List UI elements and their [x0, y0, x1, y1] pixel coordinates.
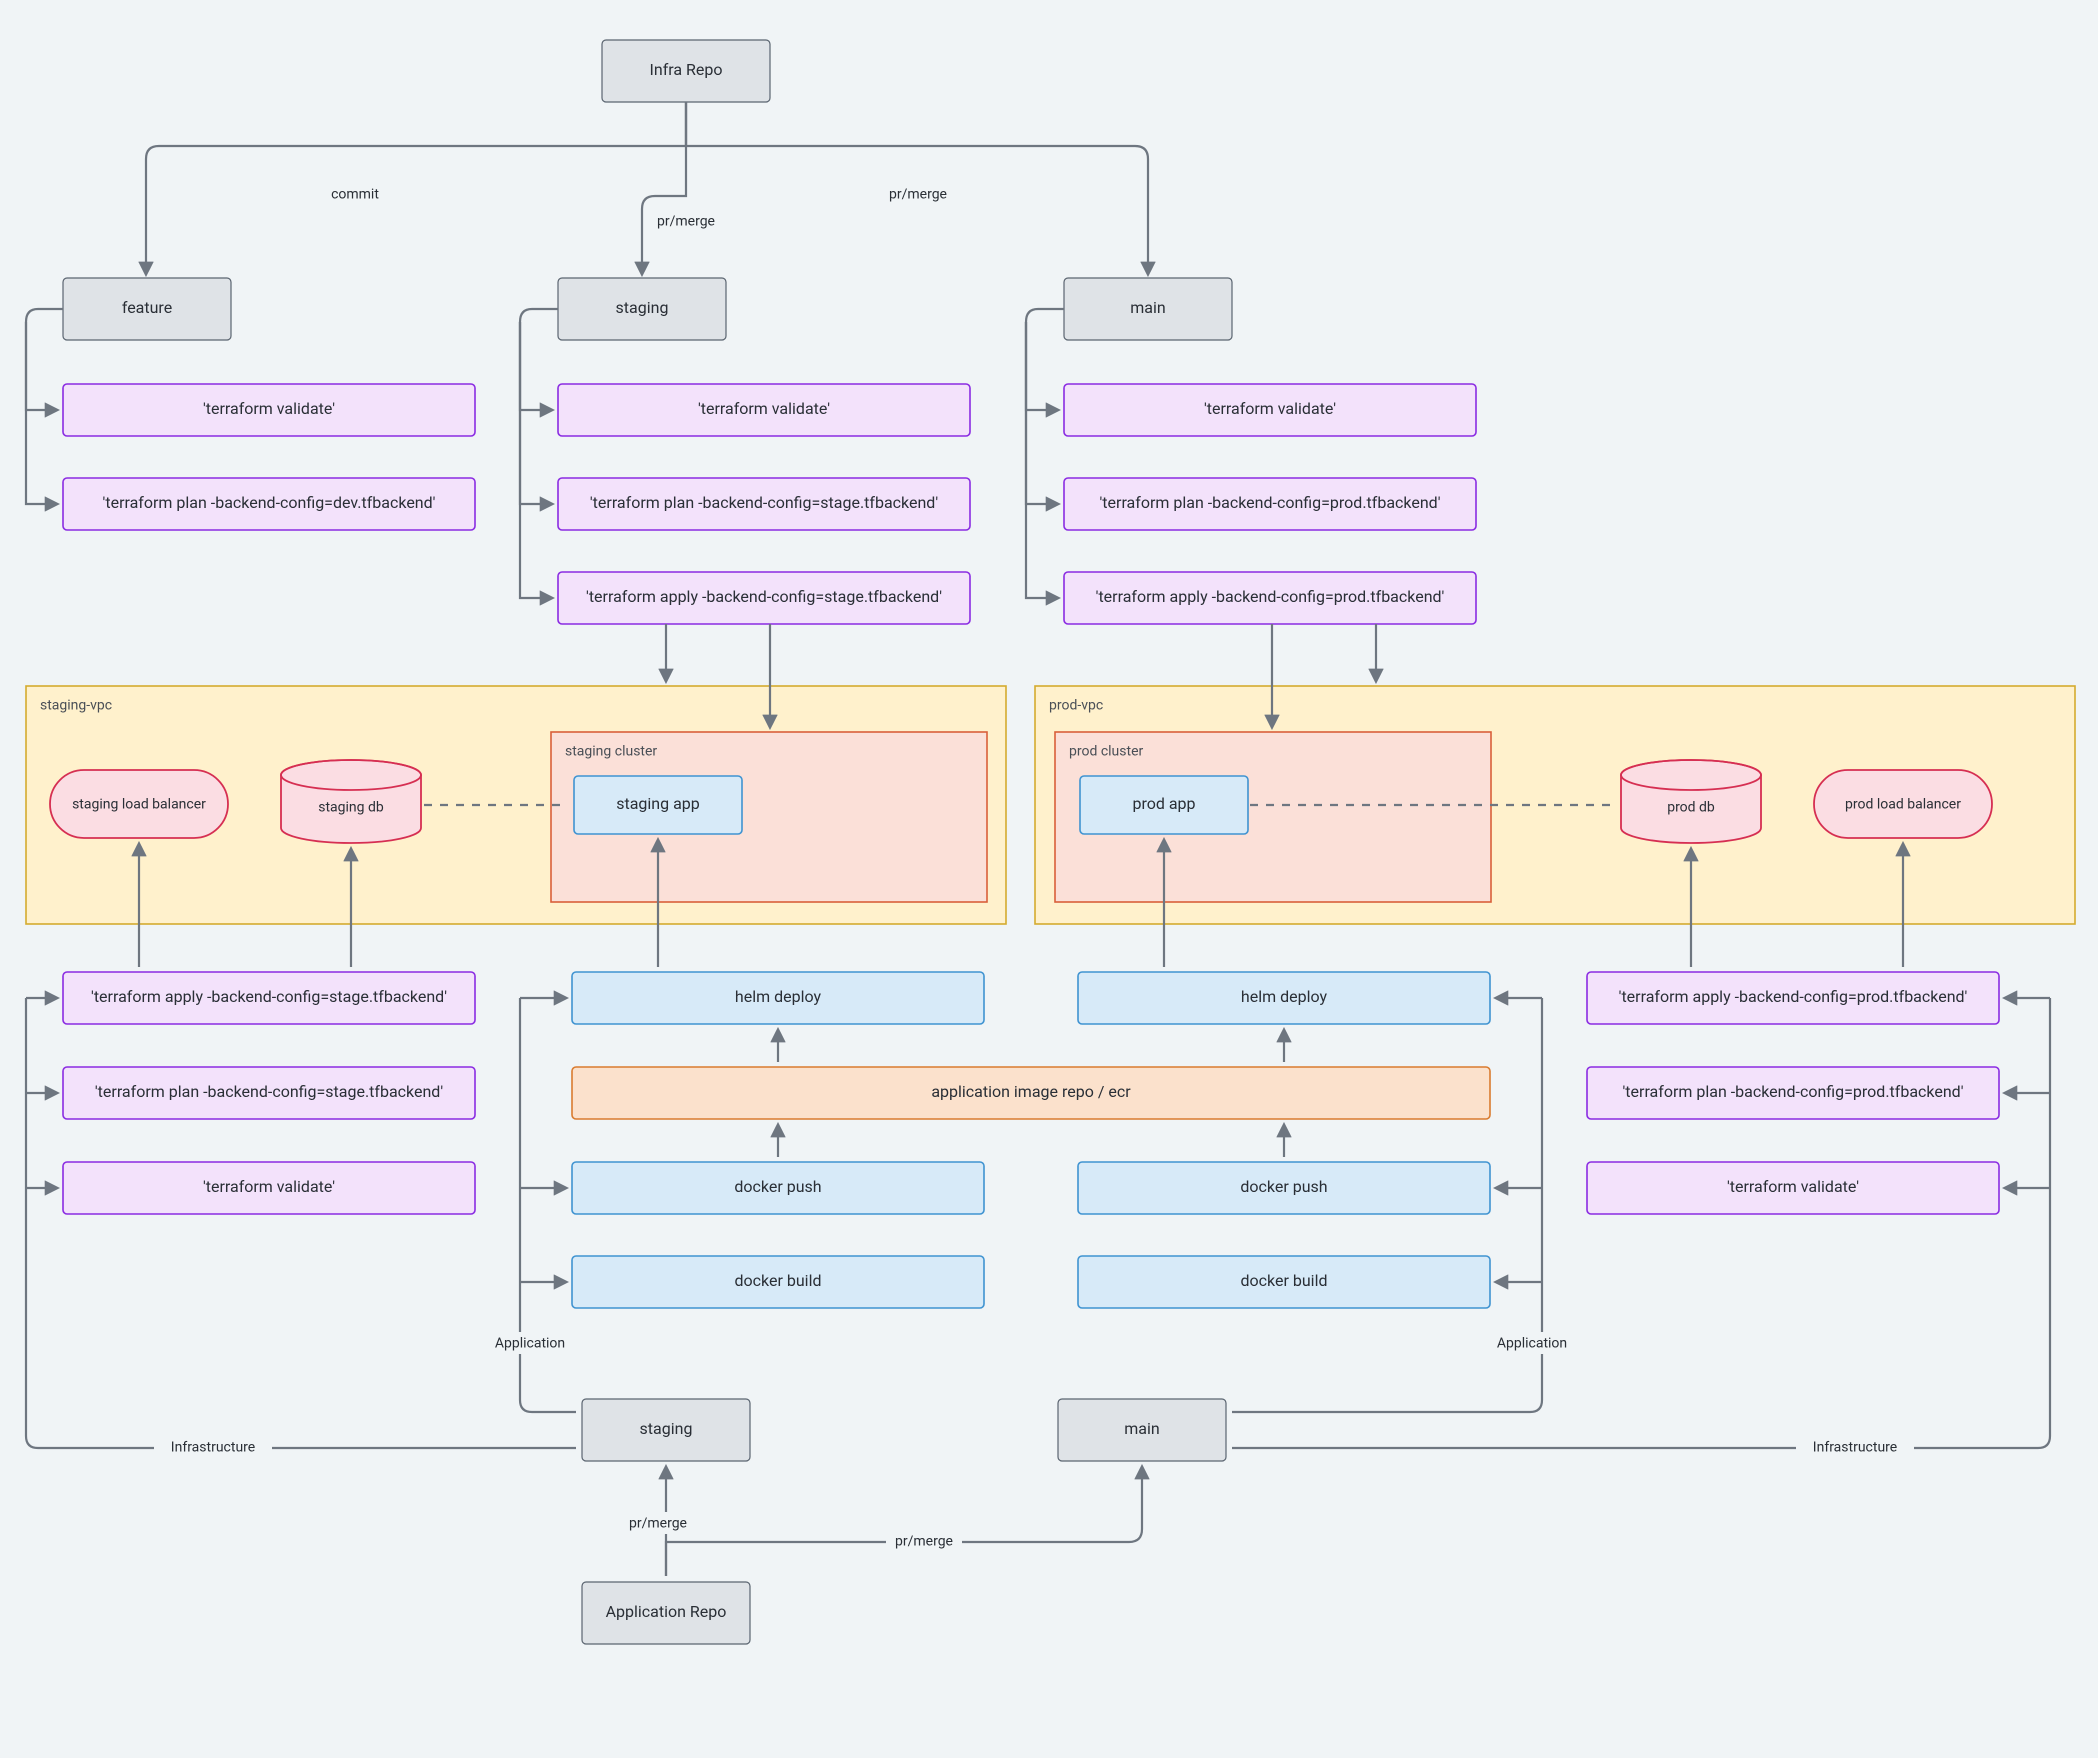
- tf-validate-main: [1064, 384, 1476, 436]
- application-repo-node: [582, 1582, 750, 1644]
- prod-db-node: [1621, 760, 1761, 843]
- tf-apply-stage: [558, 572, 970, 624]
- feature-branch-node: [63, 278, 231, 340]
- tf-plan-stage: [558, 478, 970, 530]
- tf-apply-stage-app: [63, 972, 475, 1024]
- edge-main-tfplan: [1026, 322, 1058, 504]
- edge-infra-main-label: pr/merge: [889, 187, 947, 203]
- edge-feature-tfv: [26, 309, 57, 410]
- edge-infra-feature: [146, 102, 686, 274]
- tf-validate-prod-app: [1587, 1162, 1999, 1214]
- staging-app-node: [574, 776, 742, 834]
- tf-plan-prod-app: [1587, 1067, 1999, 1119]
- helm-deploy-staging: [572, 972, 984, 1024]
- edge-infra-prod-label: Infrastructure: [1813, 1440, 1897, 1456]
- staging-branch-node: [558, 278, 726, 340]
- tf-plan-stage-app: [63, 1067, 475, 1119]
- docker-build-prod: [1078, 1256, 1490, 1308]
- edge-staging-tfv: [520, 309, 552, 410]
- tf-plan-dev: [63, 478, 475, 530]
- image-repo-node: [572, 1067, 1490, 1119]
- docker-push-prod: [1078, 1162, 1490, 1214]
- tf-validate-feature: [63, 384, 475, 436]
- edge-infra-feature-label: commit: [331, 187, 379, 203]
- edge-feature-tfplan: [26, 322, 57, 504]
- staging-cluster-label: staging cluster: [565, 744, 657, 760]
- edge-main-tfv: [1026, 309, 1058, 410]
- staging-lb-node: [50, 770, 228, 838]
- tf-apply-prod: [1064, 572, 1476, 624]
- edge-app-stg-label: Application: [495, 1336, 565, 1352]
- staging-db-node: [281, 760, 421, 843]
- main-branch-node: [1064, 278, 1232, 340]
- cicd-pipeline-diagram: staging-vpc prod-vpc staging cluster pro…: [0, 0, 2098, 1758]
- edge-infra-staging: [642, 102, 686, 274]
- prod-cluster-label: prod cluster: [1069, 744, 1144, 760]
- app-staging-branch-node: [582, 1399, 750, 1461]
- svg-text:pr/merge: pr/merge: [629, 1516, 687, 1532]
- tf-validate-stage-app: [63, 1162, 475, 1214]
- svg-text:pr/merge: pr/merge: [895, 1534, 953, 1550]
- prod-lb-node: [1814, 770, 1992, 838]
- edge-app-prod-label: Application: [1497, 1336, 1567, 1352]
- edge-infra-staging-label: pr/merge: [657, 214, 715, 230]
- edge-main-tfapply: [1026, 322, 1058, 598]
- edge-staging-tfplan: [520, 322, 552, 504]
- edge-apprepo-main: [666, 1467, 1142, 1576]
- edge-staging-tfapply: [520, 322, 552, 598]
- helm-deploy-prod: [1078, 972, 1490, 1024]
- staging-vpc-label: staging-vpc: [40, 698, 112, 714]
- docker-push-staging: [572, 1162, 984, 1214]
- docker-build-staging: [572, 1256, 984, 1308]
- tf-validate-staging: [558, 384, 970, 436]
- tf-apply-prod-app: [1587, 972, 1999, 1024]
- prod-vpc-label: prod-vpc: [1049, 698, 1103, 714]
- tf-plan-prod: [1064, 478, 1476, 530]
- app-main-branch-node: [1058, 1399, 1226, 1461]
- prod-app-node: [1080, 776, 1248, 834]
- edge-infra-stg-label: Infrastructure: [171, 1440, 255, 1456]
- infra-repo-node: [602, 40, 770, 102]
